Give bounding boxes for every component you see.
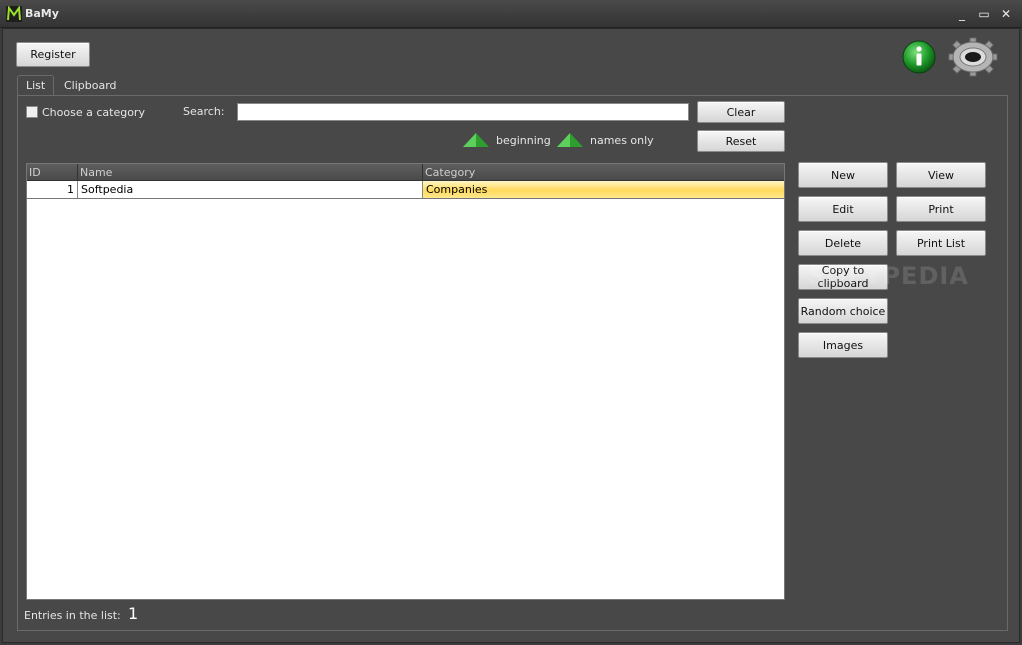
view-button[interactable]: View [896,162,986,188]
main-window: Register List Clipboard Choose a categor… [2,28,1020,643]
column-header-name[interactable]: Name [78,164,423,181]
gear-icon[interactable] [947,37,999,77]
search-input[interactable] [237,103,689,121]
beginning-label: beginning [496,134,551,147]
copy-to-clipboard-button[interactable]: Copy to clipboard [798,264,888,290]
title-bar: BaMy _ ▭ ✕ [0,0,1022,28]
cell-category: Companies [423,181,784,198]
tab-clipboard[interactable]: Clipboard [56,76,125,96]
minimize-button[interactable]: _ [954,6,970,22]
print-button[interactable]: Print [896,196,986,222]
cell-name: Softpedia [78,181,423,198]
clear-button[interactable]: Clear [697,101,785,123]
new-button[interactable]: New [798,162,888,188]
register-button[interactable]: Register [16,42,90,67]
cell-id: 1 [27,181,78,198]
window-title: BaMy [25,7,59,20]
delete-button[interactable]: Delete [798,230,888,256]
images-button[interactable]: Images [798,332,888,358]
names-only-icon[interactable] [556,132,584,148]
maximize-button[interactable]: ▭ [976,6,992,22]
app-logo-icon [6,6,22,22]
edit-button[interactable]: Edit [798,196,888,222]
column-header-id[interactable]: ID [27,164,78,181]
entries-count: 1 [128,604,139,623]
close-button[interactable]: ✕ [998,6,1014,22]
random-choice-button[interactable]: Random choice [798,298,888,324]
category-checkbox[interactable] [26,106,38,118]
tab-list[interactable]: List [17,75,55,95]
print-list-button[interactable]: Print List [896,230,986,256]
info-icon[interactable] [901,39,937,75]
reset-button[interactable]: Reset [697,130,785,152]
category-label: Choose a category [42,106,145,119]
table-row[interactable]: 1 Softpedia Companies [27,181,784,199]
names-only-label: names only [590,134,654,147]
sort-beginning-icon[interactable] [462,132,490,148]
search-label: Search: [183,105,225,118]
entries-label: Entries in the list: [24,609,121,622]
column-header-category[interactable]: Category [423,164,784,181]
table-header: ID Name Category [27,164,784,181]
entries-table[interactable]: ID Name Category 1 Softpedia Companies [26,163,785,600]
